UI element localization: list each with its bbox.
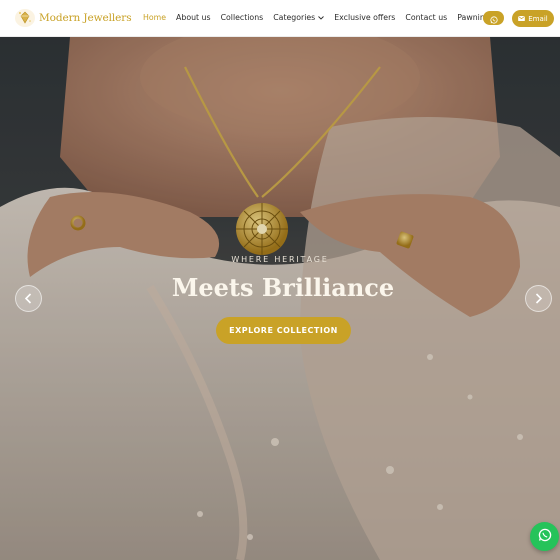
nav-collections[interactable]: Collections (221, 13, 264, 22)
brand-logo[interactable]: Modern Jewellers (14, 8, 132, 28)
explore-collection-button[interactable]: EXPLORE COLLECTION (216, 317, 351, 344)
email-button-label: Email (528, 14, 548, 23)
nav-categories[interactable]: Categories (273, 13, 325, 22)
nav-exclusive-offers[interactable]: Exclusive offers (334, 13, 395, 22)
whatsapp-icon (489, 9, 498, 28)
hero-kicker: WHERE HERITAGE (231, 255, 329, 264)
header-whatsapp-button[interactable] (483, 11, 504, 25)
floating-whatsapp-button[interactable] (530, 522, 559, 551)
whatsapp-icon (538, 527, 552, 546)
nav-categories-label: Categories (273, 13, 316, 22)
hero-title: Meets Brilliance (171, 273, 395, 302)
site-header: Modern Jewellers Home About us Collectio… (0, 0, 560, 37)
carousel-prev-button[interactable] (15, 285, 42, 312)
diamond-logo-icon (14, 8, 36, 28)
envelope-icon (518, 16, 526, 21)
chevron-right-icon (534, 289, 543, 308)
hero-carousel: WHERE HERITAGE Meets Brilliance EXPLORE … (0, 37, 560, 560)
header-email-button[interactable]: Email (512, 10, 554, 27)
chevron-down-icon (318, 13, 325, 22)
carousel-next-button[interactable] (525, 285, 552, 312)
brand-name: Modern Jewellers (39, 12, 132, 24)
nav-about-us[interactable]: About us (176, 13, 211, 22)
nav-contact-us[interactable]: Contact us (405, 13, 447, 22)
main-nav: Home About us Collections Categories Exc… (143, 13, 500, 22)
nav-home[interactable]: Home (143, 13, 166, 22)
chevron-left-icon (24, 289, 33, 308)
